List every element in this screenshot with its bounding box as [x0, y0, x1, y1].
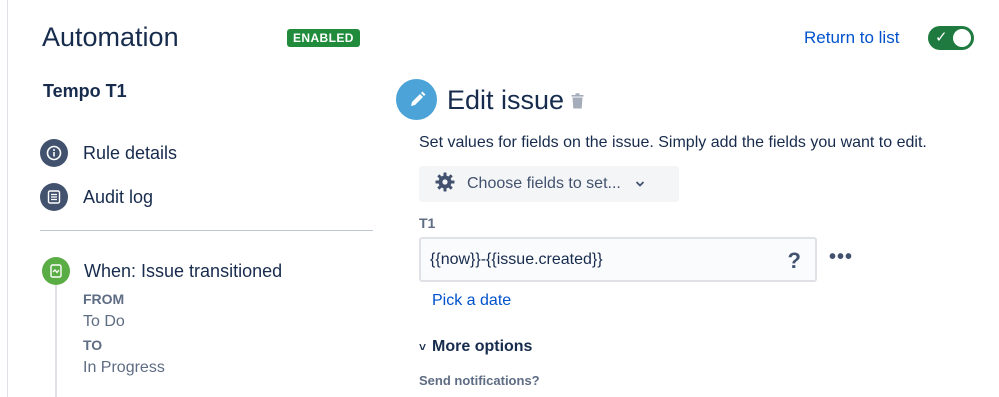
rule-enabled-toggle[interactable]: ✓ [928, 26, 974, 50]
send-notifications-label: Send notifications? [419, 373, 540, 388]
chevron-down-icon [635, 175, 645, 193]
gear-icon [435, 172, 455, 197]
page-title: Automation [42, 22, 179, 52]
check-icon: ✓ [935, 29, 948, 46]
from-value: To Do [83, 313, 125, 330]
t1-value-input[interactable] [430, 250, 770, 269]
sidebar-item-label: Rule details [83, 142, 178, 163]
pick-a-date-link[interactable]: Pick a date [432, 292, 511, 310]
trigger-connector-line [55, 285, 57, 397]
list-icon [40, 183, 68, 211]
to-value: In Progress [83, 359, 165, 376]
trigger-icon [42, 257, 70, 285]
left-border [7, 0, 8, 397]
chevron-down-icon: ˅ [419, 340, 427, 354]
choose-fields-dropdown[interactable]: Choose fields to set... [419, 166, 679, 202]
trigger-when-issue-transitioned[interactable]: When: Issue transitioned [84, 261, 282, 282]
pencil-icon [396, 79, 437, 120]
toggle-knob [953, 29, 971, 47]
sidebar-item-rule-details[interactable]: Rule details [40, 139, 177, 167]
more-actions-icon[interactable]: ••• [829, 246, 853, 269]
to-label: TO [83, 337, 103, 353]
more-options-label: More options [432, 338, 533, 355]
field-label-t1: T1 [419, 215, 436, 231]
from-label: FROM [83, 291, 125, 307]
more-options-toggle[interactable]: ˅ More options [419, 338, 532, 356]
sidebar-item-label: Audit log [83, 186, 154, 207]
choose-fields-label: Choose fields to set... [467, 175, 621, 192]
help-icon[interactable]: ? [788, 248, 801, 274]
action-title: Edit issue [447, 85, 565, 115]
status-badge: ENABLED [287, 29, 360, 47]
t1-field-wrapper: ? [419, 237, 817, 282]
rule-name: Tempo T1 [43, 81, 127, 101]
info-icon [40, 139, 68, 167]
action-description: Set values for fields on the issue. Simp… [419, 134, 927, 151]
sidebar-divider [40, 230, 373, 231]
sidebar-item-audit-log[interactable]: Audit log [40, 183, 153, 211]
return-to-list-link[interactable]: Return to list [804, 28, 899, 48]
trash-icon[interactable] [571, 93, 584, 114]
